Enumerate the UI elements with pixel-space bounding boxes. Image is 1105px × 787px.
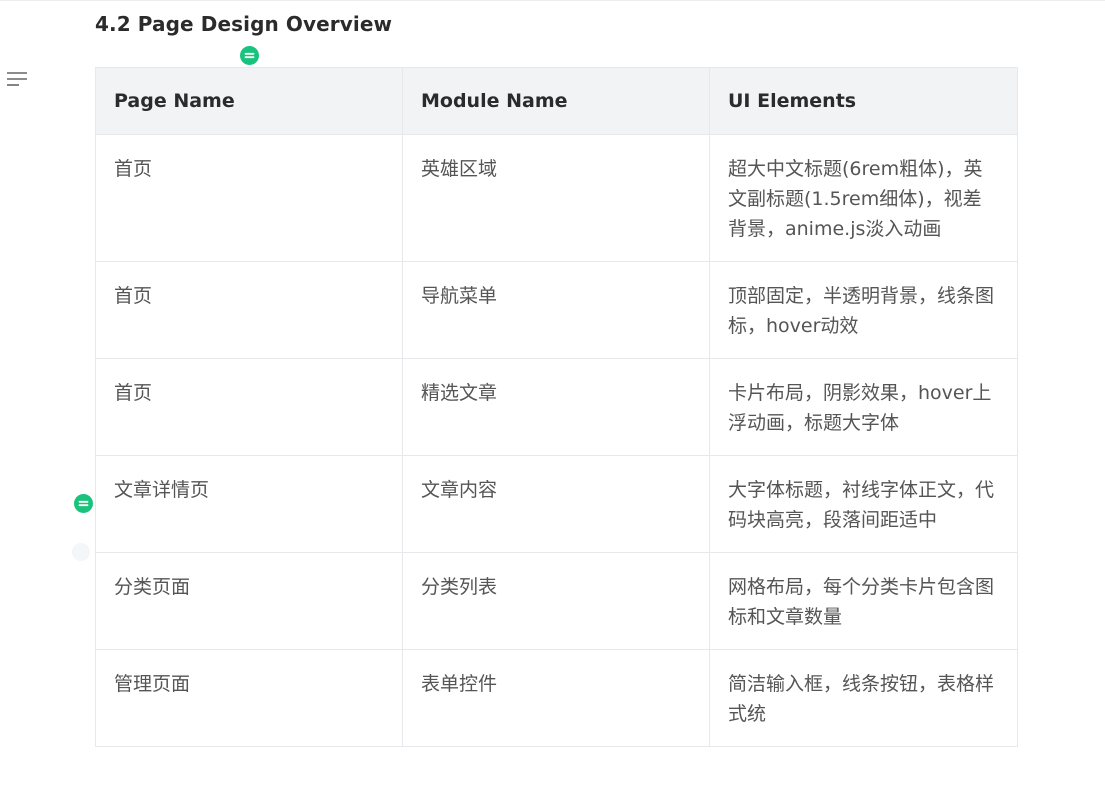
- equals-circle-icon: [244, 52, 255, 59]
- table-row: 首页 精选文章 卡片布局，阴影效果，hover上浮动画，标题大字体: [95, 358, 1018, 456]
- cell-page-name: 首页: [95, 261, 403, 359]
- cell-ui-elements: 卡片布局，阴影效果，hover上浮动画，标题大字体: [709, 358, 1018, 456]
- cell-ui-elements: 网格布局，每个分类卡片包含图标和文章数量: [709, 552, 1018, 650]
- cell-page-name: 分类页面: [95, 552, 403, 650]
- table-row: 分类页面 分类列表 网格布局，每个分类卡片包含图标和文章数量: [95, 552, 1018, 650]
- cell-module-name: 文章内容: [402, 455, 710, 553]
- column-header-ui-elements: UI Elements: [709, 67, 1018, 135]
- column-header-page-name: Page Name: [95, 67, 403, 135]
- cell-page-name: 管理页面: [95, 649, 403, 747]
- table-row: 管理页面 表单控件 简洁输入框，线条按钮，表格样式统: [95, 649, 1018, 747]
- top-divider: [0, 0, 1105, 1]
- faint-handle-icon: [72, 543, 90, 561]
- cell-module-name: 英雄区域: [402, 134, 710, 262]
- table-row: 首页 英雄区域 超大中文标题(6rem粗体)，英文副标题(1.5rem细体)，视…: [95, 134, 1018, 262]
- cell-module-name: 分类列表: [402, 552, 710, 650]
- block-handle-button[interactable]: [240, 46, 259, 65]
- cell-ui-elements: 超大中文标题(6rem粗体)，英文副标题(1.5rem细体)，视差背景，anim…: [709, 134, 1018, 262]
- cell-module-name: 导航菜单: [402, 261, 710, 359]
- table-row: 首页 导航菜单 顶部固定，半透明背景，线条图标，hover动效: [95, 261, 1018, 359]
- cell-page-name: 首页: [95, 358, 403, 456]
- column-header-module-name: Module Name: [402, 67, 710, 135]
- cell-page-name: 首页: [95, 134, 403, 262]
- cell-ui-elements: 大字体标题，衬线字体正文，代码块高亮，段落间距适中: [709, 455, 1018, 553]
- cell-module-name: 精选文章: [402, 358, 710, 456]
- cell-ui-elements: 简洁输入框，线条按钮，表格样式统: [709, 649, 1018, 747]
- cell-module-name: 表单控件: [402, 649, 710, 747]
- section-heading: 4.2 Page Design Overview: [95, 12, 393, 36]
- row-handle-button[interactable]: [74, 494, 93, 513]
- menu-lines-icon: [7, 72, 27, 86]
- page-design-table: Page Name Module Name UI Elements 首页 英雄区…: [95, 67, 1018, 747]
- equals-circle-icon: [78, 500, 89, 507]
- outline-toggle-button[interactable]: [6, 70, 28, 88]
- table-header-row: Page Name Module Name UI Elements: [95, 67, 1018, 135]
- table-row: 文章详情页 文章内容 大字体标题，衬线字体正文，代码块高亮，段落间距适中: [95, 455, 1018, 553]
- cell-page-name: 文章详情页: [95, 455, 403, 553]
- cell-ui-elements: 顶部固定，半透明背景，线条图标，hover动效: [709, 261, 1018, 359]
- document-page: 4.2 Page Design Overview Page Name Modul…: [0, 0, 1105, 787]
